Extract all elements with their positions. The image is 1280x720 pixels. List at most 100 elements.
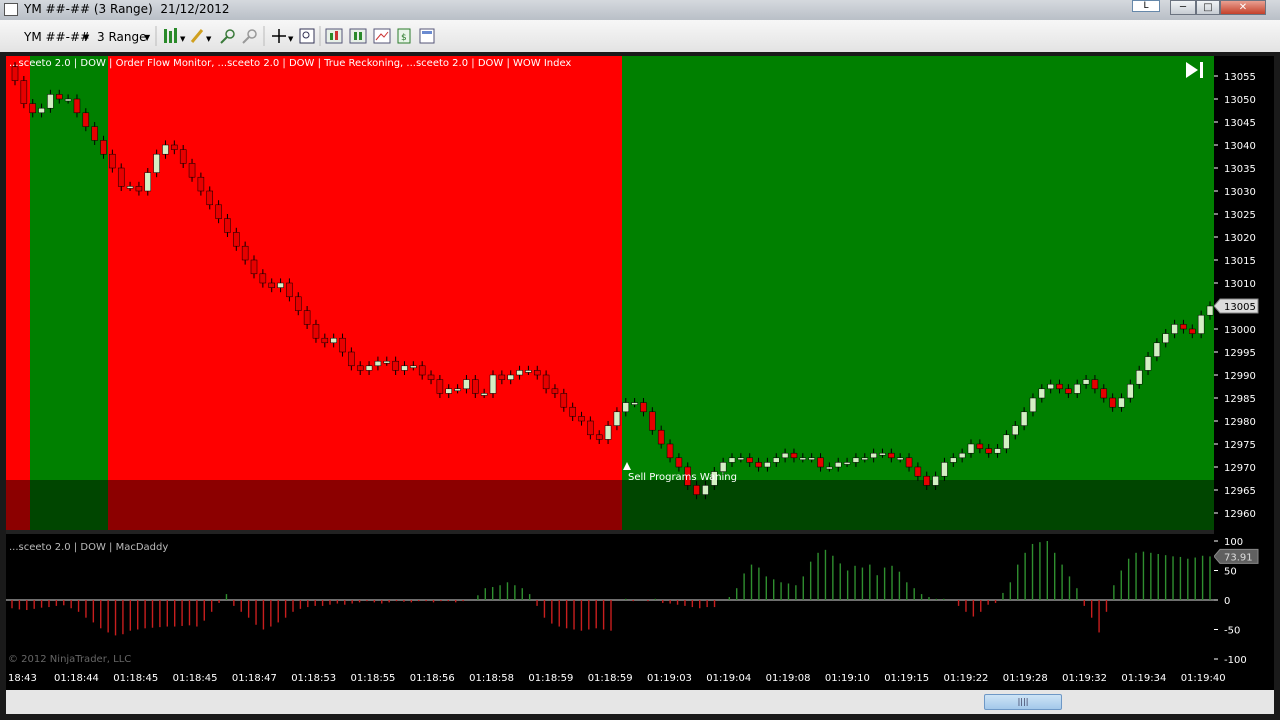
- scrollbar-thumb[interactable]: ||||: [984, 694, 1062, 710]
- up-candle: [1144, 356, 1152, 371]
- down-candle: [569, 406, 576, 417]
- down-candle: [560, 393, 568, 408]
- up-candle: [728, 457, 736, 463]
- down-candle: [640, 402, 647, 413]
- time-tick-label: 01:19:22: [944, 673, 989, 684]
- up-candle: [834, 462, 842, 468]
- down-candle: [117, 167, 125, 187]
- down-candle: [100, 140, 107, 155]
- minimize-button[interactable]: ─: [1170, 0, 1196, 15]
- properties-icon[interactable]: [373, 28, 391, 44]
- price-tick-label: 12965: [1224, 486, 1256, 497]
- up-candle: [879, 452, 886, 456]
- template-icon[interactable]: $: [397, 28, 411, 44]
- time-tick-label: 01:18:45: [113, 673, 158, 684]
- time-tick-label: 01:18:55: [351, 673, 396, 684]
- up-candle: [799, 457, 807, 461]
- down-candle: [171, 144, 178, 150]
- up-candle: [967, 443, 975, 454]
- indicators-icon[interactable]: [325, 28, 343, 44]
- down-candle: [1100, 388, 1108, 399]
- zoom-out-icon[interactable]: [242, 29, 257, 44]
- up-candle: [719, 462, 727, 472]
- down-candle: [649, 411, 656, 431]
- down-candle: [1091, 379, 1099, 390]
- down-candle: [675, 457, 683, 468]
- down-candle: [82, 112, 90, 127]
- down-candle: [356, 365, 364, 371]
- down-candle: [91, 126, 98, 141]
- down-candle: [595, 434, 603, 440]
- down-candle: [392, 360, 399, 371]
- svg-text:▼: ▼: [180, 35, 186, 43]
- up-candle: [843, 462, 851, 465]
- current-price-label: 13005: [1224, 302, 1256, 313]
- up-candle: [861, 457, 869, 461]
- price-chart[interactable]: ...sceeto 2.0 | DOW | Order Flow Monitor…: [6, 56, 1214, 530]
- down-candle: [179, 149, 187, 164]
- zoom-in-icon[interactable]: [220, 29, 235, 44]
- layout-icon[interactable]: [419, 28, 435, 44]
- down-candle: [29, 103, 36, 114]
- up-candle: [1127, 383, 1134, 399]
- up-candle: [950, 457, 957, 463]
- up-candle: [622, 402, 630, 413]
- maximize-button[interactable]: □: [1196, 0, 1220, 15]
- time-tick-label: 01:18:59: [528, 673, 573, 684]
- copyright-label: © 2012 NinjaTrader, LLC: [8, 654, 131, 664]
- down-candle: [295, 296, 302, 311]
- time-tick-label: 01:18:56: [410, 673, 455, 684]
- up-candle: [525, 370, 532, 373]
- time-tick-label: 01:19:34: [1121, 673, 1166, 684]
- strategies-icon[interactable]: [349, 28, 367, 44]
- crosshair-icon[interactable]: ▼: [272, 29, 294, 43]
- up-candle: [870, 452, 877, 459]
- up-candle: [1118, 397, 1125, 408]
- price-tick-label: 13010: [1224, 279, 1256, 290]
- svg-text:$: $: [401, 33, 407, 43]
- down-candle: [250, 259, 258, 275]
- up-candle: [516, 370, 523, 376]
- down-candle: [312, 324, 320, 339]
- price-tick-label: 13055: [1224, 72, 1256, 83]
- price-tick-label: 12960: [1224, 509, 1256, 520]
- down-candle: [321, 337, 329, 344]
- up-candle: [1020, 411, 1028, 426]
- down-candle: [1056, 383, 1063, 390]
- price-tick-label: 12975: [1224, 440, 1256, 451]
- time-tick-label: 01:19:10: [825, 673, 870, 684]
- macd-tick-label: 0: [1224, 596, 1230, 607]
- up-candle: [454, 388, 461, 392]
- up-candle: [277, 282, 284, 288]
- down-candle: [914, 466, 922, 477]
- bar-style-icon[interactable]: ▼: [164, 28, 186, 43]
- horizontal-scrollbar[interactable]: ||||: [6, 690, 1274, 714]
- price-tick-label: 12985: [1224, 394, 1256, 405]
- down-candle: [73, 98, 81, 114]
- time-tick-label: 01:18:47: [232, 673, 277, 684]
- draw-pencil-icon[interactable]: ▼: [190, 29, 212, 43]
- price-tick-label: 13015: [1224, 256, 1256, 267]
- up-candle: [330, 337, 337, 344]
- down-candle: [259, 273, 267, 284]
- up-candle: [126, 186, 134, 189]
- down-candle: [268, 282, 275, 288]
- down-candle: [56, 94, 63, 100]
- up-candle: [480, 393, 488, 396]
- up-candle: [994, 448, 1001, 454]
- link-button[interactable]: L: [1132, 0, 1160, 12]
- up-candle: [941, 462, 948, 477]
- close-button[interactable]: ✕: [1220, 0, 1266, 15]
- data-box-icon[interactable]: [299, 28, 315, 44]
- down-candle: [817, 457, 824, 468]
- green-zone: [622, 56, 1214, 530]
- up-candle: [631, 402, 638, 405]
- macdaddy-panel[interactable]: ...sceeto 2.0 | DOW | MacDaddy © 2012 Nin…: [6, 534, 1214, 664]
- up-candle: [604, 425, 612, 440]
- up-candle: [1073, 383, 1081, 394]
- time-tick-label: 01:19:08: [766, 673, 811, 684]
- up-candle: [896, 457, 904, 461]
- price-tick-label: 12995: [1224, 348, 1256, 359]
- time-tick-label: 01:18:58: [469, 673, 514, 684]
- up-candle: [1162, 333, 1169, 344]
